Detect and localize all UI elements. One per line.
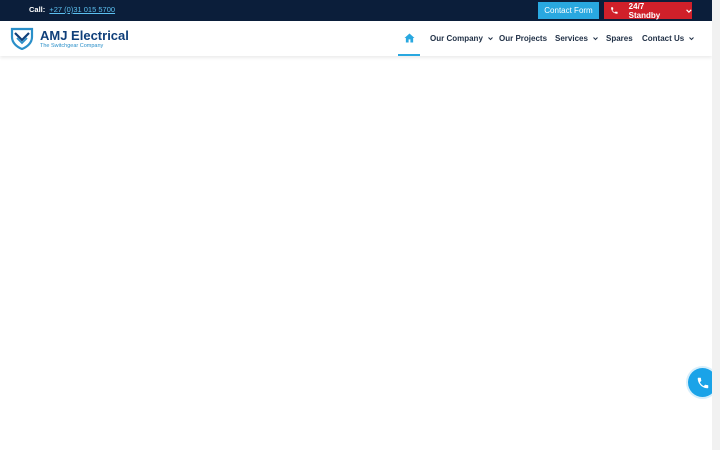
nav-item-label: Our Projects [499, 34, 548, 43]
nav-item-label: Our Company [430, 34, 483, 43]
chevron-down-icon [686, 8, 692, 13]
nav-item-label: Contact Us [642, 34, 685, 43]
chevron-down-icon [593, 37, 598, 41]
contact-form-button[interactable]: Contact Form [538, 2, 599, 19]
nav-item-spares[interactable]: Spares [606, 21, 633, 56]
phone-icon [697, 377, 708, 388]
call-info: Call: +27 (0)31 015 5700 [29, 5, 115, 14]
phone-icon [611, 7, 618, 14]
standby-label: 24/7 Standby [628, 1, 661, 20]
nav-item-contact-us[interactable]: Contact Us [642, 21, 695, 56]
phone-number-link[interactable]: +27 (0)31 015 5700 [49, 5, 115, 14]
nav-item-our-projects[interactable]: Our Projects [499, 21, 547, 56]
nav-home[interactable] [398, 21, 420, 56]
nav-item-services[interactable]: Services [555, 21, 598, 56]
top-bar: Call: +27 (0)31 015 5700 Contact Form 24… [0, 0, 712, 21]
chevron-down-icon [689, 37, 695, 41]
nav-item-label: Spares [606, 34, 633, 43]
home-icon [404, 32, 414, 43]
call-label: Call: [29, 5, 46, 14]
main-nav: Our Company Our Projects Services Spares… [0, 21, 712, 56]
page-scrollbar[interactable] [712, 0, 720, 450]
chevron-down-icon [488, 37, 493, 41]
nav-item-our-company[interactable]: Our Company [430, 21, 493, 56]
nav-item-label: Services [555, 34, 588, 43]
standby-button[interactable]: 24/7 Standby [604, 1, 692, 20]
